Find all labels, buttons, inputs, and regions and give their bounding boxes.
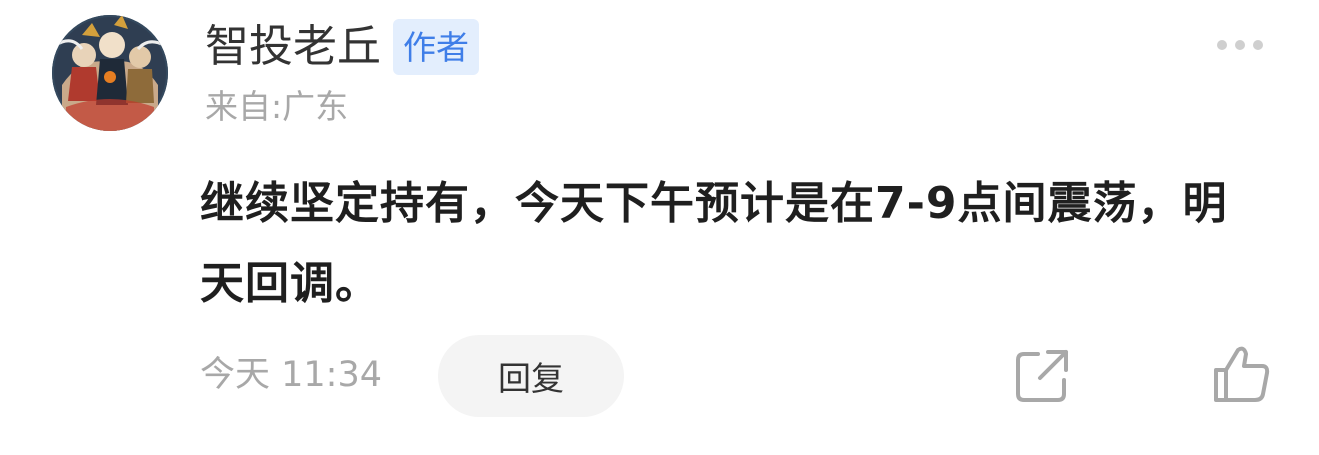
- more-dots-icon: [1253, 40, 1263, 50]
- more-dots-icon: [1217, 40, 1227, 50]
- avatar-illustration-icon: [52, 15, 168, 131]
- reply-button[interactable]: 回复: [438, 335, 624, 417]
- comment-timestamp: 今天 11:34: [200, 355, 382, 395]
- thumbs-up-icon: [1214, 346, 1270, 402]
- author-avatar[interactable]: [52, 15, 168, 131]
- comment-body: 继续坚定持有，今天下午预计是在7-9点间震荡，明天回调。: [200, 178, 1228, 309]
- share-external-icon: [1016, 350, 1068, 402]
- more-dots-icon: [1235, 40, 1245, 50]
- author-row: 智投老丘 作者: [205, 16, 479, 78]
- comment-card: 智投老丘 作者 来自:广东 继续坚定持有，今天下午预计是在7-9点间震荡，明天回…: [0, 0, 1319, 455]
- author-name[interactable]: 智投老丘: [205, 25, 381, 69]
- author-badge: 作者: [393, 19, 479, 75]
- share-button[interactable]: [1010, 344, 1074, 408]
- more-options-button[interactable]: [1208, 30, 1272, 60]
- location-text: 来自:广东: [205, 87, 349, 126]
- like-button[interactable]: [1208, 342, 1274, 408]
